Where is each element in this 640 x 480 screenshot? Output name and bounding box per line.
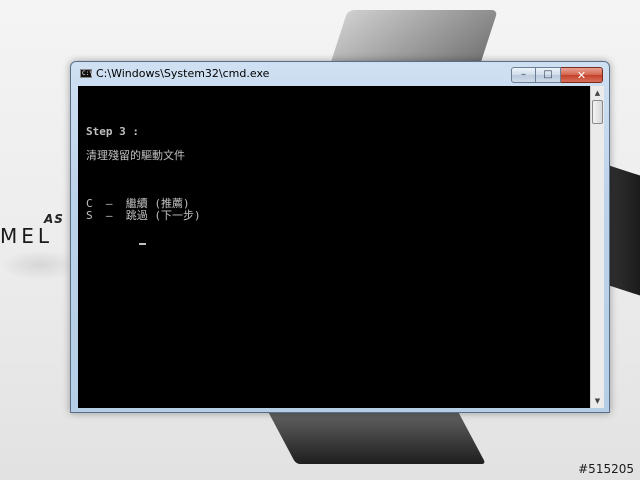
console-option-skip: S – 跳過 (下一步) <box>86 209 201 222</box>
close-button[interactable]: ✕ <box>561 67 603 83</box>
window-title: C:\Windows\System32\cmd.exe <box>96 67 270 80</box>
vertical-scrollbar[interactable]: ▲ ▼ <box>590 86 604 408</box>
scroll-up-icon[interactable]: ▲ <box>591 86 604 100</box>
console-line-description: 清理殘留的驅動文件 <box>86 149 185 162</box>
cmd-icon[interactable]: C:\ <box>80 69 93 78</box>
cmd-window: C:\ C:\Windows\System32\cmd.exe – □ ✕ St… <box>70 61 610 413</box>
laptop-base-graphic <box>264 404 486 464</box>
caption-buttons: – □ ✕ <box>511 67 603 83</box>
wallpaper-brand-big: MEL <box>0 224 54 248</box>
minimize-icon: – <box>521 69 526 80</box>
window-titlebar[interactable]: C:\ C:\Windows\System32\cmd.exe – □ ✕ <box>71 62 609 86</box>
maximize-icon: □ <box>543 69 553 80</box>
text-cursor <box>138 243 146 245</box>
image-watermark: #515205 <box>578 462 634 476</box>
console-output[interactable]: Step 3 : 清理殘留的驅動文件 C – 繼續 (推薦) S – 跳過 (下… <box>78 86 598 408</box>
scroll-down-icon[interactable]: ▼ <box>591 394 604 408</box>
maximize-button[interactable]: □ <box>536 67 561 83</box>
scroll-thumb[interactable] <box>592 100 603 124</box>
close-icon: ✕ <box>576 68 587 82</box>
console-lines: Step 3 : 清理殘留的驅動文件 C – 繼續 (推薦) S – 跳過 (下… <box>86 125 201 245</box>
wallpaper-glow <box>0 250 80 280</box>
console-line-step: Step 3 : <box>86 125 139 138</box>
minimize-button[interactable]: – <box>511 67 536 83</box>
console-prompt-line <box>86 222 201 245</box>
